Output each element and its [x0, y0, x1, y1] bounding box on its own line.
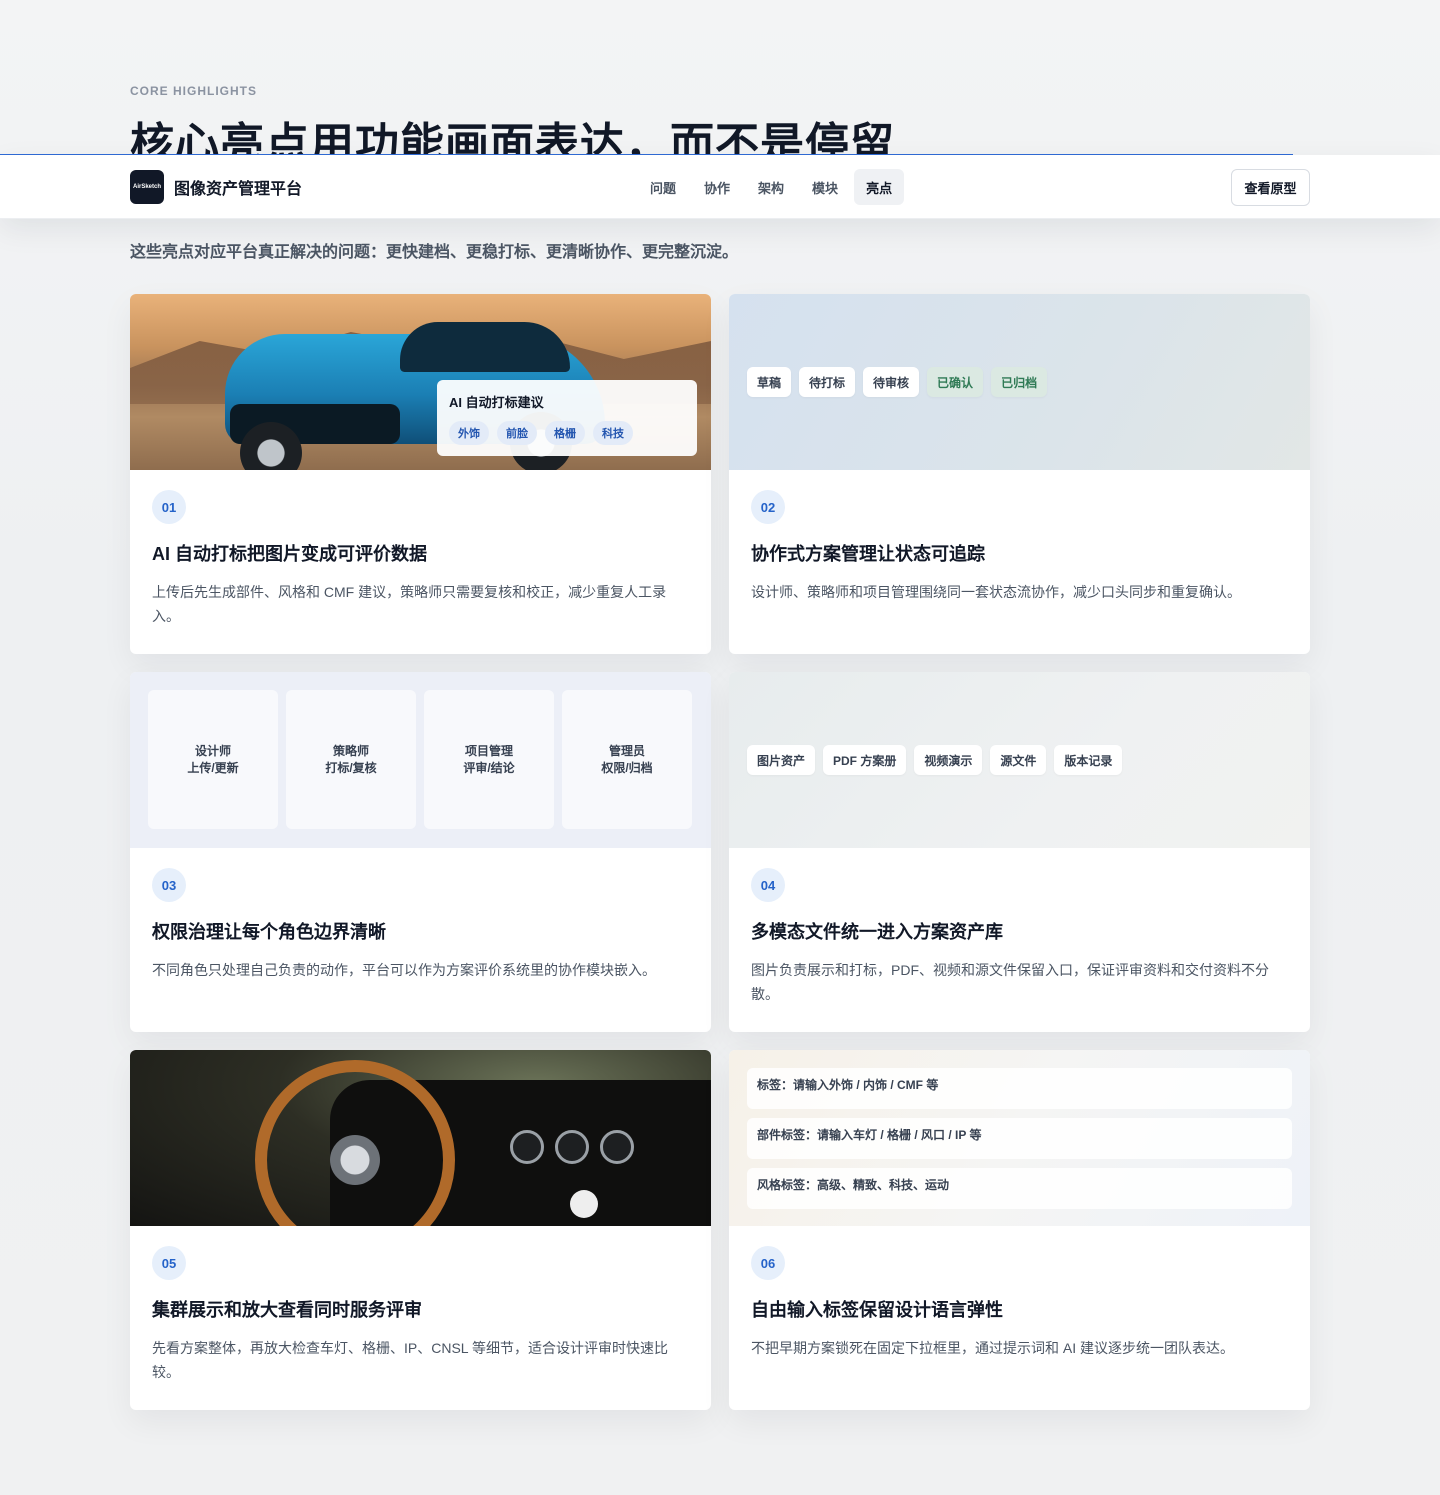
card-title: 集群展示和放大查看同时服务评审	[152, 1300, 422, 1320]
card-description: 设计师、策略师和项目管理围绕同一套状态流协作，减少口头同步和重复确认。	[751, 584, 1241, 600]
brand[interactable]: AirSketch 图像资产管理平台	[130, 170, 302, 204]
file-chip-versions[interactable]: 版本记录	[1054, 745, 1123, 775]
card-title: 权限治理让每个角色边界清晰	[152, 922, 386, 942]
interior-photo	[130, 1050, 711, 1226]
nav-link-collaboration[interactable]: 协作	[692, 169, 742, 205]
nav-links: 问题 协作 架构 模块 亮点	[638, 169, 905, 205]
file-chip-images[interactable]: 图片资产	[747, 745, 816, 775]
status-chip-pending-review[interactable]: 待审核	[863, 367, 920, 397]
tag-chip[interactable]: 外饰	[449, 421, 489, 445]
role-action: 上传/更新	[187, 760, 239, 775]
role-card-admin: 管理员权限/归档	[562, 690, 692, 829]
card-number: 02	[751, 490, 785, 524]
ai-tag-suggestion-title: AI 自动打标建议	[449, 395, 544, 410]
role-card-designer: 设计师上传/更新	[148, 690, 278, 829]
tag-chip[interactable]: 科技	[593, 421, 633, 445]
card-title: 协作式方案管理让状态可追踪	[751, 544, 985, 564]
card-description: 上传后先生成部件、风格和 CMF 建议，策略师只需要复核和校正，减少重复人工录入…	[152, 584, 667, 624]
card-description: 不把早期方案锁死在固定下拉框里，通过提示词和 AI 建议逐步统一团队表达。	[751, 1340, 1235, 1356]
section-title: 核心亮点用功能画面表达，而不是停留	[130, 120, 895, 156]
style-tag-input-field[interactable]: 风格标签：高级、精致、科技、运动	[747, 1168, 1292, 1209]
card-description: 图片负责展示和打标，PDF、视频和源文件保留入口，保证评审资料和交付资料不分散。	[751, 962, 1269, 1002]
roles-preview: 设计师上传/更新 策略师打标/复核 项目管理评审/结论 管理员权限/归档	[130, 672, 711, 848]
car-photo: AI 自动打标建议 外饰 前脸 格栅 科技	[130, 294, 711, 470]
card-number: 01	[152, 490, 186, 524]
card-number: 03	[152, 868, 186, 902]
section-subtitle: 这些亮点对应平台真正解决的问题：更快建档、更稳打标、更清晰协作、更完整沉淀。	[130, 244, 739, 261]
role-name: 策略师	[332, 743, 369, 758]
highlight-card-free-tags: 标签：请输入外饰 / 内饰 / CMF 等 部件标签：请输入车灯 / 格栅 / …	[729, 1050, 1310, 1410]
tag-chip[interactable]: 前脸	[497, 421, 537, 445]
role-action: 打标/复核	[325, 760, 377, 775]
status-chip-confirmed[interactable]: 已确认	[927, 367, 984, 397]
card-description: 先看方案整体，再放大检查车灯、格栅、IP、CNSL 等细节，适合设计评审时快速比…	[152, 1340, 668, 1380]
view-prototype-button[interactable]: 查看原型	[1231, 169, 1310, 206]
file-chip-source[interactable]: 源文件	[990, 745, 1047, 775]
tag-chip[interactable]: 格栅	[545, 421, 585, 445]
brand-logo: AirSketch	[130, 170, 164, 204]
status-chip-pending-tag[interactable]: 待打标	[799, 367, 856, 397]
highlight-card-multimodal-files: 图片资产 PDF 方案册 视频演示 源文件 版本记录 04 多模态文件统一进入方…	[729, 672, 1310, 1032]
highlight-card-permissions: 设计师 上传/更新 策略师 打标/复核 项目管理 评审/结论 管理员 权限/归档 03 …	[130, 672, 711, 1032]
card-description: 不同角色只处理自己负责的动作，平台可以作为方案评价系统里的协作模块嵌入。	[152, 962, 656, 978]
tag-input-field[interactable]: 标签：请输入外饰 / 内饰 / CMF 等	[747, 1068, 1292, 1109]
status-chip-draft[interactable]: 草稿	[747, 367, 792, 397]
tag-fields-preview: 标签：请输入外饰 / 内饰 / CMF 等 部件标签：请输入车灯 / 格栅 / …	[729, 1050, 1310, 1226]
section-eyebrow: CORE HIGHLIGHTS	[130, 84, 258, 98]
status-chip-archived[interactable]: 已归档	[991, 367, 1048, 397]
nav-link-problems[interactable]: 问题	[638, 169, 688, 205]
role-name: 项目管理	[464, 743, 513, 758]
file-chip-pdf[interactable]: PDF 方案册	[823, 745, 907, 775]
role-name: 设计师	[194, 743, 231, 758]
role-card-strategist: 策略师打标/复核	[286, 690, 416, 829]
card-title: 自由输入标签保留设计语言弹性	[751, 1300, 1003, 1320]
nav-link-architecture[interactable]: 架构	[746, 169, 796, 205]
nav-link-modules[interactable]: 模块	[800, 169, 850, 205]
ai-tag-suggestion-panel: AI 自动打标建议 外饰 前脸 格栅 科技	[437, 380, 697, 456]
highlight-card-cluster-zoom: 05 集群展示和放大查看同时服务评审 先看方案整体，再放大检查车灯、格栅、IP、…	[130, 1050, 711, 1410]
highlight-card-ai-tagging: AI 自动打标建议 外饰 前脸 格栅 科技 01 AI 自动打标把图片变成可评价…	[130, 294, 711, 654]
card-title: AI 自动打标把图片变成可评价数据	[152, 544, 427, 564]
file-chip-video[interactable]: 视频演示	[914, 745, 983, 775]
card-number: 06	[751, 1246, 785, 1280]
highlight-card-workflow-status: 草稿 待打标 待审核 已确认 已归档 02 协作式方案管理让状态可追踪 设计师、…	[729, 294, 1310, 654]
status-flow-preview: 草稿 待打标 待审核 已确认 已归档	[729, 294, 1310, 470]
card-title: 多模态文件统一进入方案资产库	[751, 922, 1003, 942]
card-number: 05	[152, 1246, 186, 1280]
file-types-preview: 图片资产 PDF 方案册 视频演示 源文件 版本记录	[729, 672, 1310, 848]
role-action: 评审/结论	[463, 760, 515, 775]
role-card-project-manager: 项目管理评审/结论	[424, 690, 554, 829]
brand-name: 图像资产管理平台	[174, 181, 303, 198]
card-number: 04	[751, 868, 785, 902]
part-tag-input-field[interactable]: 部件标签：请输入车灯 / 格栅 / 风口 / IP 等	[747, 1118, 1292, 1159]
role-name: 管理员	[608, 743, 645, 758]
top-navbar: AirSketch 图像资产管理平台 问题 协作 架构 模块 亮点 查看原型	[0, 155, 1440, 219]
nav-link-highlights[interactable]: 亮点	[854, 169, 905, 205]
role-action: 权限/归档	[601, 760, 653, 775]
